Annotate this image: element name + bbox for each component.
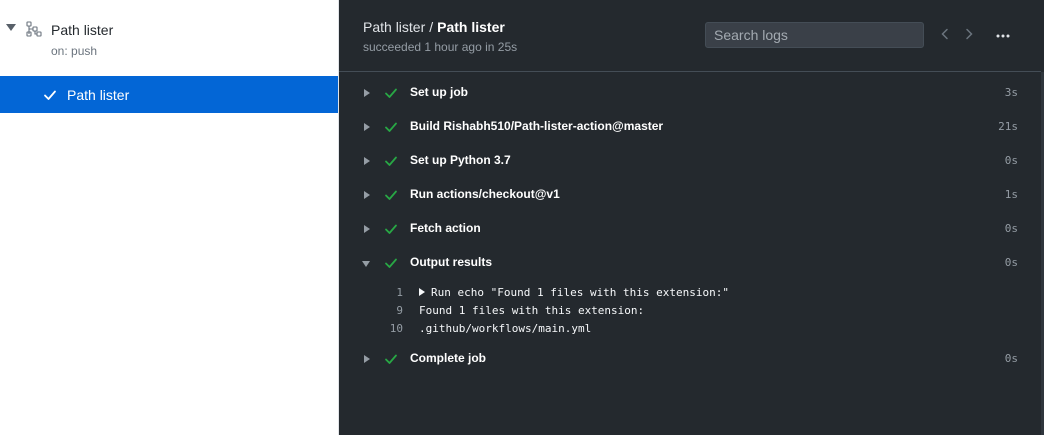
check-icon: [385, 354, 397, 364]
expand-caret-icon: [364, 355, 370, 363]
check-icon: [385, 190, 397, 200]
log-line-text: Run echo "Found 1 files with this extens…: [431, 286, 730, 299]
workflow-icon: [26, 21, 42, 37]
expand-caret-icon: [364, 157, 370, 165]
check-icon: [385, 258, 397, 268]
step-set-up-job[interactable]: Set up job 3s: [339, 76, 1041, 110]
breadcrumb-parent[interactable]: Path lister: [363, 19, 425, 35]
collapse-caret-icon[interactable]: [6, 24, 16, 31]
step-duration: 0s: [1004, 154, 1018, 167]
step-name: Fetch action: [410, 221, 481, 235]
log-line-number[interactable]: 9: [381, 304, 403, 317]
log-line-text: Found 1 files with this extension:: [419, 304, 645, 317]
step-complete-job[interactable]: Complete job 0s: [339, 342, 1041, 376]
step-run-checkout[interactable]: Run actions/checkout@v1 1s: [339, 178, 1041, 212]
log-line-number[interactable]: 10: [381, 322, 403, 335]
step-name: Run actions/checkout@v1: [410, 187, 560, 201]
expand-caret-icon: [364, 191, 370, 199]
check-icon: [385, 122, 397, 132]
step-set-up-python[interactable]: Set up Python 3.7 0s: [339, 144, 1041, 178]
header-divider: [339, 71, 1041, 72]
step-name: Output results: [410, 255, 493, 269]
expand-caret-icon[interactable]: [419, 288, 425, 296]
log-line[interactable]: 1 Run echo "Found 1 files with this exte…: [339, 286, 1041, 304]
step-duration: 3s: [1004, 86, 1018, 99]
search-logs-input[interactable]: [705, 22, 924, 48]
log-line: 9 Found 1 files with this extension:: [339, 304, 1041, 322]
step-build-action[interactable]: Build Rishabh510/Path-lister-action@mast…: [339, 110, 1041, 144]
step-name: Set up Python 3.7: [410, 153, 511, 167]
log-panel: Path lister / Path lister succeeded 1 hour…: [339, 0, 1044, 435]
step-duration: 0s: [1004, 352, 1018, 365]
step-name: Complete job: [410, 351, 487, 365]
step-duration: 0s: [1004, 256, 1018, 269]
expand-caret-icon: [364, 225, 370, 233]
step-log-output: 1 Run echo "Found 1 files with this exte…: [339, 284, 1041, 344]
check-icon: [385, 156, 397, 166]
step-fetch-action[interactable]: Fetch action 0s: [339, 212, 1041, 246]
workflow-sidebar: Path lister on: push Path lister: [0, 0, 339, 435]
kebab-horizontal-icon[interactable]: [995, 27, 1011, 43]
run-status: succeeded 1 hour ago in 25s: [363, 40, 518, 54]
chevron-left-icon[interactable]: [938, 27, 952, 41]
log-line-number[interactable]: 1: [381, 286, 403, 299]
breadcrumb: Path lister / Path lister: [363, 19, 505, 35]
breadcrumb-separator: /: [429, 19, 434, 35]
step-duration: 21s: [998, 120, 1018, 133]
chevron-right-icon[interactable]: [962, 27, 976, 41]
expand-caret-icon: [364, 123, 370, 131]
check-icon: [44, 90, 56, 100]
expand-caret-icon: [364, 89, 370, 97]
breadcrumb-current: Path lister: [437, 19, 505, 35]
step-name: Set up job: [410, 85, 468, 99]
collapse-caret-icon: [362, 261, 370, 267]
workflow-header[interactable]: Path lister on: push: [0, 0, 339, 76]
log-line: 10 .github/workflows/main.yml: [339, 322, 1041, 340]
log-line-text: .github/workflows/main.yml: [419, 322, 592, 335]
step-output-results[interactable]: Output results 0s: [339, 246, 1041, 280]
step-name: Build Rishabh510/Path-lister-action@mast…: [410, 119, 664, 133]
sidebar-job-path-lister[interactable]: Path lister: [0, 76, 338, 113]
step-duration: 0s: [1004, 222, 1018, 235]
check-icon: [385, 224, 397, 234]
sidebar-job-label: Path lister: [67, 87, 130, 103]
workflow-trigger: on: push: [51, 44, 98, 58]
check-icon: [385, 88, 397, 98]
step-duration: 1s: [1004, 188, 1018, 201]
workflow-title: Path lister: [51, 22, 114, 38]
